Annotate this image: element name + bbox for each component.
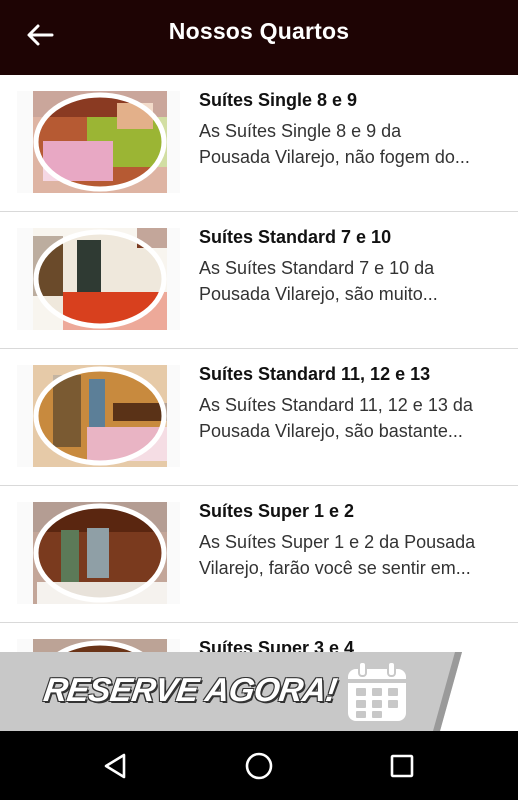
room-title: Suítes Standard 11, 12 e 13 [199, 364, 431, 384]
reserve-now-label: RESERVE AGORA! [41, 671, 340, 708]
room-thumbnail [17, 639, 180, 652]
system-navigation-bar [0, 731, 518, 800]
room-thumbnail [17, 365, 180, 467]
room-item[interactable]: Suítes Standard 11, 12 e 13 As Suítes St… [0, 349, 518, 486]
nav-home-icon[interactable] [244, 751, 274, 781]
room-description: As Suítes Super 1 e 2 da Pousada Vilarej… [199, 532, 476, 578]
calendar-icon [348, 661, 406, 721]
page-title: Nossos Quartos [168, 18, 350, 44]
room-title: Suítes Super 1 e 2 [199, 501, 355, 521]
room-item[interactable]: Suítes Standard 7 e 10 As Suítes Standar… [0, 212, 518, 349]
room-description: As Suítes Standard 7 e 10 da Pousada Vil… [199, 258, 438, 304]
room-description: As Suítes Single 8 e 9 da Pousada Vilare… [199, 121, 470, 167]
reserve-now-banner[interactable]: RESERVE AGORA! [0, 652, 518, 731]
nav-back-icon[interactable] [102, 752, 130, 780]
room-list[interactable]: Suítes Single 8 e 9 As Suítes Single 8 e… [0, 75, 518, 652]
room-item[interactable]: Suítes Super 1 e 2 As Suítes Super 1 e 2… [0, 486, 518, 623]
room-thumbnail [17, 228, 180, 330]
room-description: As Suítes Standard 11, 12 e 13 da Pousad… [199, 395, 473, 441]
room-thumbnail [17, 502, 180, 604]
nav-recents-icon[interactable] [389, 753, 415, 779]
room-title: Suítes Super 3 e 4 [199, 638, 355, 652]
room-thumbnail [17, 91, 180, 193]
room-item[interactable]: Suítes Single 8 e 9 As Suítes Single 8 e… [0, 75, 518, 212]
room-title: Suítes Standard 7 e 10 [199, 227, 392, 247]
room-title: Suítes Single 8 e 9 [199, 90, 358, 110]
room-item[interactable]: Suítes Super 3 e 4 [0, 623, 518, 652]
app-bar: Nossos Quartos [0, 0, 518, 75]
